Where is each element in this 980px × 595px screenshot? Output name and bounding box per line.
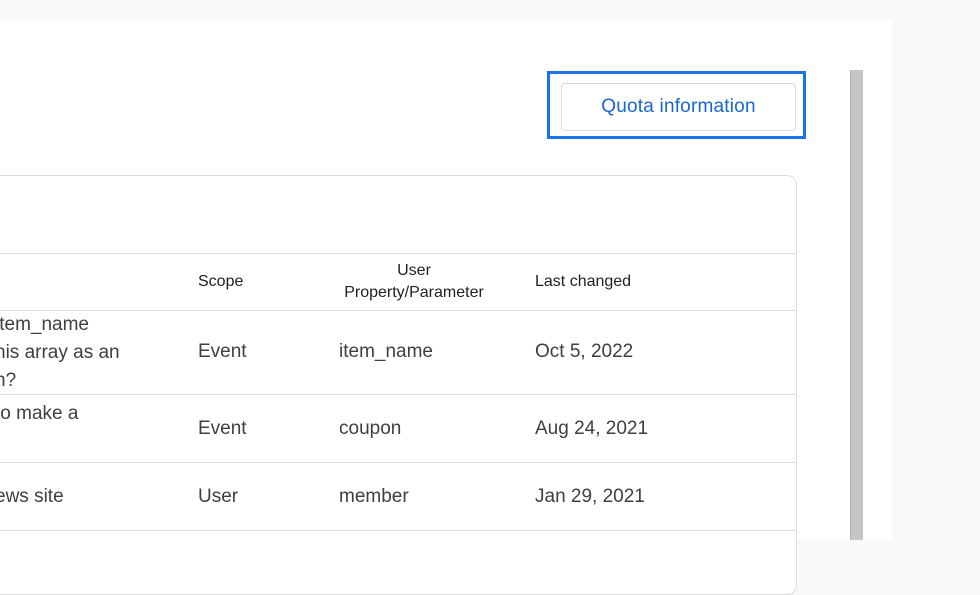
cell-scope: Event <box>198 418 247 439</box>
column-header-last-changed[interactable]: Last changed <box>535 271 631 293</box>
cell-parameter: coupon <box>339 418 402 439</box>
column-header-scope[interactable]: Scope <box>198 271 243 293</box>
vertical-scrollbar[interactable] <box>850 70 863 540</box>
table-row[interactable]: ews site User member Jan 29, 2021 <box>0 463 796 531</box>
cell-parameter: member <box>339 486 409 507</box>
main-content-panel: Quota information Scope User Property/Pa… <box>0 20 892 595</box>
table-row[interactable]: item_name his array as an n? Event item_… <box>0 310 796 395</box>
column-header-param-line1: User <box>397 262 431 279</box>
cell-scope: User <box>198 486 239 507</box>
table-header-row: Scope User Property/Parameter Last chang… <box>0 253 796 311</box>
cell-description: item_name his array as an n? <box>0 314 120 391</box>
quota-button-focus-ring: Quota information <box>547 71 806 139</box>
column-header-param-line2: Property/Parameter <box>344 284 484 301</box>
column-header-user-property-parameter[interactable]: User Property/Parameter <box>334 260 494 304</box>
cell-description: ews site <box>0 486 64 507</box>
cell-description: to make a <box>0 403 79 424</box>
cell-last-changed: Aug 24, 2021 <box>535 418 649 439</box>
cell-last-changed: Oct 5, 2022 <box>535 341 634 362</box>
cell-parameter: item_name <box>339 341 433 362</box>
cell-scope: Event <box>198 341 247 362</box>
quota-information-button[interactable]: Quota information <box>561 83 796 131</box>
cell-last-changed: Jan 29, 2021 <box>535 486 645 507</box>
table-row[interactable]: to make a Event coupon Aug 24, 2021 <box>0 395 796 463</box>
custom-definitions-table-card: Scope User Property/Parameter Last chang… <box>0 175 797 595</box>
